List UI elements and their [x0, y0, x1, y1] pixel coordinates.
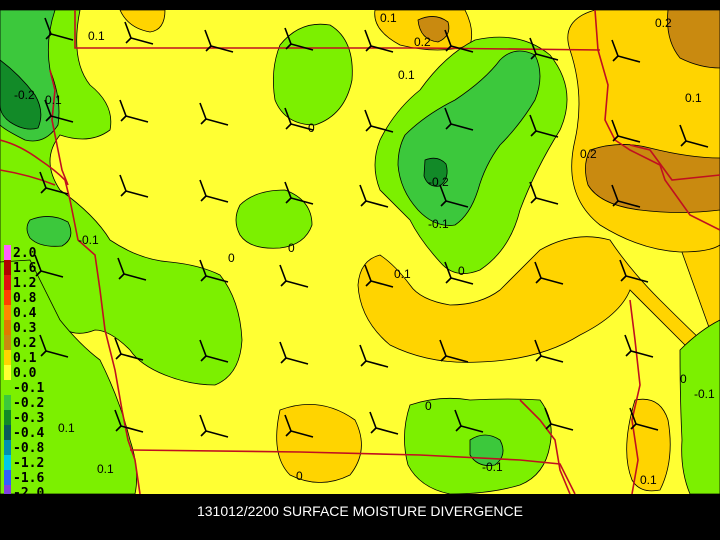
map-title: 131012/2200 SURFACE MOISTURE DIVERGENCE	[196, 503, 523, 519]
contour-label: -0.2	[428, 175, 449, 189]
legend-swatch	[4, 365, 11, 380]
legend-label: 1.6	[13, 261, 37, 276]
contour-label: 0.1	[58, 421, 75, 435]
legend-swatch	[4, 245, 11, 260]
legend-label: 1.2	[13, 276, 36, 291]
legend-label: -1.2	[13, 456, 44, 471]
legend-swatch	[4, 410, 11, 425]
legend-swatch	[4, 440, 11, 455]
contour-label: 0.1	[88, 29, 105, 43]
legend-swatch	[4, 305, 11, 320]
contour-label: -0.1	[694, 387, 715, 401]
legend-swatch	[4, 290, 11, 305]
contour-label: 0.2	[580, 147, 597, 161]
contour-label: 0	[308, 121, 315, 135]
legend-label: -0.4	[13, 426, 44, 441]
contour-label: -0.1	[78, 233, 99, 247]
legend-swatch	[4, 455, 11, 470]
legend-label: 2.0	[13, 246, 37, 261]
legend-swatch	[4, 380, 11, 395]
contour-label: 0.1	[45, 93, 62, 107]
moisture-divergence-map: 0.1 0.2 0.2 0.1 0.1 -0.2 0.1 0 0.2 -0.2 …	[0, 10, 720, 494]
legend-swatch	[4, 335, 11, 350]
legend-swatch	[4, 320, 11, 335]
legend-label: -1.6	[13, 471, 44, 486]
legend-swatch	[4, 470, 11, 485]
contour-label: 0.1	[394, 267, 411, 281]
contour-label: 0	[288, 241, 295, 255]
contour-label: -0.1	[428, 217, 449, 231]
legend-label: 0.4	[13, 306, 37, 321]
contour-label: 0.2	[414, 35, 431, 49]
contour-label: 0.1	[97, 462, 114, 476]
contour-label: 0	[296, 469, 303, 483]
contour-label: 0.1	[380, 11, 397, 25]
legend-label: -0.8	[13, 441, 44, 456]
legend-label: -0.3	[13, 411, 44, 426]
contour-label: 0	[680, 372, 687, 386]
contour-label: 0.1	[685, 91, 702, 105]
legend-label: -0.1	[13, 381, 44, 396]
contour-label: 0.1	[640, 473, 657, 487]
contour-label: 0.1	[398, 68, 415, 82]
legend-swatch	[4, 350, 11, 365]
contour-label: -0.2	[14, 88, 35, 102]
legend-label: -0.2	[13, 396, 44, 411]
legend-swatch	[4, 275, 11, 290]
legend-label: 0.8	[13, 291, 37, 306]
legend-swatch	[4, 395, 11, 410]
contour-label: -0.1	[482, 460, 503, 474]
legend-swatch	[4, 425, 11, 440]
legend-label: 0.0	[13, 366, 37, 381]
contour-label: 0	[425, 399, 432, 413]
legend-swatch	[4, 260, 11, 275]
contour-label: 0.2	[655, 16, 672, 30]
legend-label: 0.3	[13, 321, 36, 336]
legend-label: 0.1	[13, 351, 37, 366]
legend-label: 0.2	[13, 336, 36, 351]
map-display: 0.1 0.2 0.2 0.1 0.1 -0.2 0.1 0 0.2 -0.2 …	[0, 0, 720, 540]
contour-label: 0	[228, 251, 235, 265]
contour-label: 0	[458, 264, 465, 278]
